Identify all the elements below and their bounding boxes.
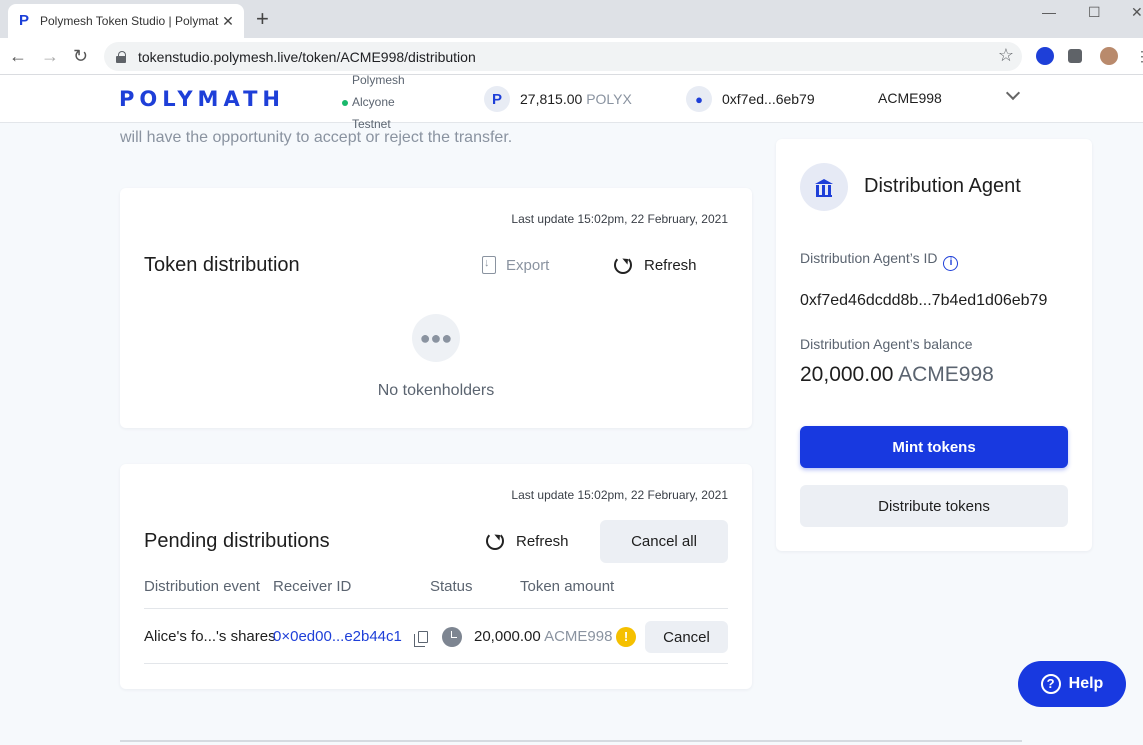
divider <box>120 740 1022 742</box>
token-distribution-card: Last update 15:02pm, 22 February, 2021 T… <box>120 188 752 428</box>
chevron-down-icon[interactable] <box>1005 85 1021 101</box>
people-icon: ●●● <box>412 314 460 362</box>
app-header: POLYMATH Polymesh Alcyone Testnet P 27,8… <box>0 73 1143 131</box>
card-title: Distribution Agent <box>864 175 1021 197</box>
card-title: Token distribution <box>144 254 300 276</box>
divider <box>144 663 728 664</box>
distribution-event: Alice's fo...'s shares <box>144 628 276 645</box>
new-tab-icon[interactable]: + <box>256 8 269 30</box>
minimize-icon[interactable]: — <box>1042 4 1056 20</box>
bank-icon <box>800 163 848 211</box>
refresh-label: Refresh <box>516 532 569 550</box>
browser-tabbar: P Polymesh Token Studio | Polymat ✕ + — … <box>0 0 1143 38</box>
pending-clock-icon <box>442 627 462 647</box>
pending-distributions-card: Last update 15:02pm, 22 February, 2021 P… <box>120 464 752 689</box>
browser-menu-icon[interactable]: ⋮ <box>1135 45 1143 67</box>
divider <box>144 608 728 609</box>
agent-id-value: 0xf7ed46dcdd8b...7b4ed1d06eb79 <box>800 292 1048 309</box>
agent-balance-amount: 20,000.00 <box>800 363 894 386</box>
export-label: Export <box>506 256 550 274</box>
bookmark-star-icon[interactable]: ☆ <box>998 45 1014 66</box>
mint-tokens-button[interactable]: Mint tokens <box>800 426 1068 468</box>
polymath-logo[interactable]: POLYMATH <box>119 87 285 111</box>
card-title: Pending distributions <box>144 530 330 552</box>
polyx-balance: P 27,815.00 POLYX <box>484 86 632 112</box>
network-chain: Alcyone <box>352 95 395 109</box>
refresh-label: Refresh <box>644 256 697 274</box>
back-icon[interactable]: ← <box>9 45 27 67</box>
account-info[interactable]: ● 0xf7ed...6eb79 <box>686 86 815 112</box>
warning-icon: ! <box>616 627 636 647</box>
maximize-icon[interactable]: ☐ <box>1088 4 1101 21</box>
forward-icon[interactable]: → <box>41 45 59 67</box>
column-header: Token amount <box>520 578 615 595</box>
agent-balance: 20,000.00 ACME998 <box>800 363 994 387</box>
agent-id-label-text: Distribution Agent’s ID <box>800 250 938 266</box>
info-icon[interactable]: i <box>943 256 959 271</box>
account-address: 0xf7ed...6eb79 <box>722 91 815 107</box>
copy-icon[interactable] <box>414 631 428 647</box>
column-header: Receiver ID <box>273 578 352 595</box>
profile-avatar[interactable] <box>1100 47 1118 65</box>
lock-icon <box>116 50 128 63</box>
browser-tab[interactable]: P Polymesh Token Studio | Polymat ✕ <box>8 4 244 38</box>
amount-value: 20,000.00 <box>474 628 541 645</box>
token-selector[interactable]: ACME998 <box>878 90 942 106</box>
help-button[interactable]: ? Help <box>1018 661 1126 707</box>
column-header: Status <box>430 578 473 595</box>
close-window-icon[interactable]: ✕ <box>1131 4 1143 21</box>
extensions-icon[interactable] <box>1068 49 1082 63</box>
token-amount: 20,000.00 ACME998 <box>474 628 612 645</box>
intro-text: will have the opportunity to accept or r… <box>120 129 513 146</box>
network-status-dot <box>342 99 348 106</box>
reload-icon[interactable]: ↻ <box>73 45 88 67</box>
last-update: Last update 15:02pm, 22 February, 2021 <box>511 488 728 502</box>
export-button[interactable]: Export <box>482 256 549 274</box>
refresh-icon <box>614 256 632 274</box>
polyx-unit: POLYX <box>586 91 632 107</box>
column-header: Distribution event <box>144 578 260 595</box>
cancel-all-button[interactable]: Cancel all <box>600 520 728 563</box>
help-label: Help <box>1068 675 1104 692</box>
agent-balance-label: Distribution Agent’s balance <box>800 336 973 352</box>
polymesh-extension-icon[interactable] <box>1036 47 1054 65</box>
distribution-agent-card: Distribution Agent Distribution Agent’s … <box>776 139 1092 551</box>
export-icon <box>482 256 496 274</box>
empty-state-text: No tokenholders <box>377 382 495 399</box>
browser-toolbar: ← → ↻ tokenstudio.polymesh.live/token/AC… <box>0 38 1143 75</box>
polyx-icon: P <box>484 86 510 112</box>
tab-title: Polymesh Token Studio | Polymat <box>40 14 219 28</box>
close-tab-icon[interactable]: ✕ <box>220 13 236 30</box>
url-text: tokenstudio.polymesh.live/token/ACME998/… <box>138 48 476 65</box>
network-indicator: Polymesh Alcyone Testnet <box>342 69 405 135</box>
polymesh-favicon-icon: P <box>18 12 29 29</box>
cancel-button[interactable]: Cancel <box>645 621 728 653</box>
receiver-id-link[interactable]: 0×0ed00...e2b44c1 <box>273 628 402 645</box>
refresh-button[interactable]: Refresh <box>486 532 569 550</box>
last-update: Last update 15:02pm, 22 February, 2021 <box>511 212 728 226</box>
refresh-icon <box>486 532 504 550</box>
polyx-amount: 27,815.00 <box>520 91 583 107</box>
question-icon: ? <box>1040 674 1061 694</box>
distribute-tokens-button[interactable]: Distribute tokens <box>800 485 1068 527</box>
agent-balance-unit: ACME998 <box>898 363 994 386</box>
amount-unit: ACME998 <box>544 628 613 645</box>
address-bar[interactable]: tokenstudio.polymesh.live/token/ACME998/… <box>104 42 1022 71</box>
user-icon: ● <box>686 86 712 112</box>
refresh-button[interactable]: Refresh <box>614 256 697 274</box>
agent-id-label: Distribution Agent’s ID i <box>800 250 959 271</box>
network-name: Polymesh <box>352 73 405 87</box>
